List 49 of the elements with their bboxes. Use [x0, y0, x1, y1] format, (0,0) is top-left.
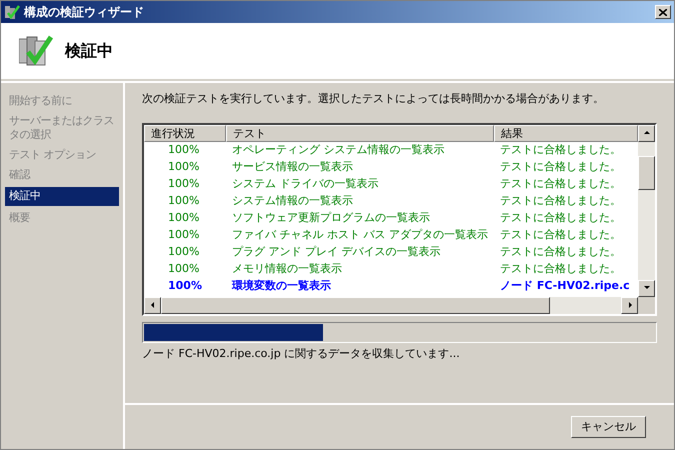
window-title: 構成の検証ウィザード [24, 4, 145, 21]
progress-cell-text: 100% [167, 260, 200, 277]
progress-cell-text: 100% [167, 142, 200, 158]
scroll-thumb[interactable] [161, 296, 550, 314]
scroll-left-button[interactable] [144, 296, 161, 314]
test-cell-text: システム ドライバの一覧表示 [231, 176, 380, 192]
progress-cell-text: 100% [167, 192, 200, 209]
cancel-button[interactable]: キャンセル [571, 416, 646, 438]
sidebar-item[interactable]: 検証中 [5, 187, 119, 206]
test-cell-text: 環境変数の一覧表示 [230, 278, 332, 294]
test-cell-text: ソフトウェア更新プログラムの一覧表示 [231, 210, 431, 226]
result-cell-text: ノード FC-HV02.ripe.c [499, 278, 631, 294]
column-header[interactable]: 進行状況 [144, 124, 226, 142]
scroll-down-button[interactable] [638, 280, 655, 296]
progress-cell-text: 100% [167, 176, 200, 192]
scrollbar-corner [638, 296, 655, 314]
column-header[interactable]: 結果 [494, 124, 638, 142]
progress-cell-text: 100% [167, 226, 200, 243]
intro-text: 次の検証テストを実行しています。選択したテストによっては長時間かかる場合があります。 [142, 91, 605, 107]
progress-cell-text: 100% [167, 278, 203, 294]
progress-cell-text: 100% [167, 244, 200, 260]
test-cell-text: プラグ アンド プレイ デバイスの一覧表示 [231, 244, 442, 260]
test-cell-text: サービス情報の一覧表示 [231, 158, 354, 175]
close-icon [659, 8, 667, 16]
progress-cell-text: 100% [167, 158, 200, 175]
test-cell-text: オペレーティング システム情報の一覧表示 [231, 142, 446, 158]
header-title: 検証中 [65, 40, 113, 62]
column-header[interactable]: テスト [226, 124, 494, 142]
result-cell-text: テストに合格しました。 [499, 210, 622, 226]
result-cell-text: テストに合格しました。 [499, 244, 622, 260]
result-cell-text: テストに合格しました。 [499, 192, 622, 209]
test-cell-text: システム情報の一覧表示 [231, 192, 354, 209]
result-cell-text: テストに合格しました。 [499, 260, 622, 277]
scroll-right-button[interactable] [621, 296, 638, 314]
horizontal-scrollbar[interactable] [144, 296, 638, 314]
status-text: ノード FC-HV02.ripe.co.jp に関するデータを収集しています... [142, 346, 461, 362]
servers-check-icon [19, 35, 53, 67]
scroll-thumb[interactable] [638, 156, 655, 190]
vertical-scrollbar[interactable] [638, 124, 655, 296]
test-cell-text: メモリ情報の一覧表示 [231, 260, 343, 277]
result-cell-text: テストに合格しました。 [499, 176, 622, 192]
scroll-up-button[interactable] [638, 124, 655, 142]
test-cell-text: ファイバ チャネル ホスト バス アダプタの一覧表示 [231, 226, 489, 243]
result-cell-text: テストに合格しました。 [499, 142, 622, 158]
result-cell-text: テストに合格しました。 [499, 226, 622, 243]
result-cell-text: テストに合格しました。 [499, 158, 622, 175]
servers-check-icon [4, 4, 20, 20]
close-button[interactable] [655, 5, 671, 19]
progress-cell-text: 100% [167, 210, 200, 226]
